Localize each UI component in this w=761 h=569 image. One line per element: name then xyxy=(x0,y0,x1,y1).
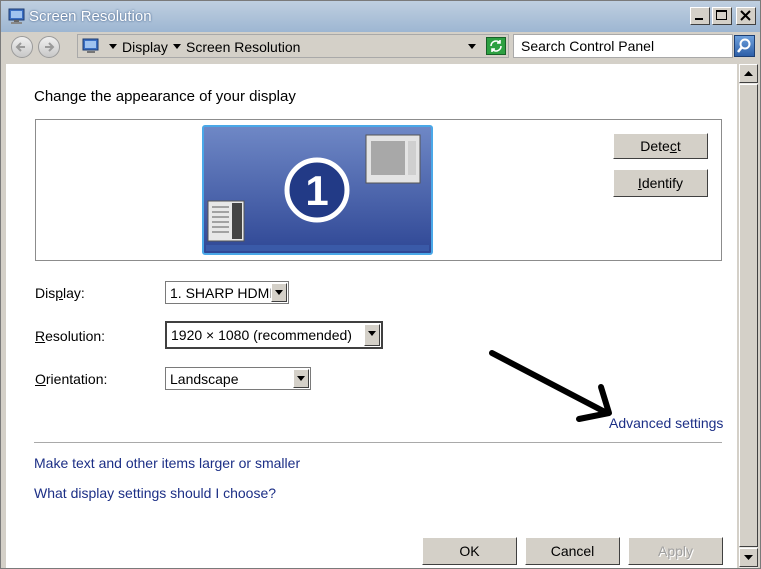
advanced-settings-link[interactable]: Advanced settings xyxy=(609,415,723,431)
display-label: Display: xyxy=(35,285,85,301)
back-arrow-icon xyxy=(15,42,25,52)
display-settings-icon xyxy=(82,38,99,53)
vertical-scrollbar[interactable] xyxy=(739,64,758,568)
detect-label-part: t xyxy=(676,138,681,154)
chevron-down-icon[interactable] xyxy=(293,369,309,388)
identify-button[interactable]: Identify xyxy=(613,169,708,197)
resolution-select[interactable]: 1920 × 1080 (recommended) xyxy=(165,321,383,349)
window-title: Screen Resolution xyxy=(29,8,152,25)
address-history-dropdown-icon[interactable] xyxy=(468,44,476,49)
arrow-up-icon xyxy=(744,71,753,76)
forward-arrow-icon xyxy=(45,42,55,52)
monitor-1-preview[interactable]: 1 xyxy=(202,125,433,255)
text-size-link[interactable]: Make text and other items larger or smal… xyxy=(34,455,300,471)
magnifier-icon xyxy=(737,38,751,53)
refresh-button[interactable] xyxy=(486,37,506,55)
breadcrumb-display[interactable]: Display xyxy=(122,39,168,55)
breadcrumb-chevron-icon[interactable] xyxy=(173,44,181,49)
display-select-value: 1. SHARP HDMI xyxy=(170,285,274,301)
detect-label-part: Dete xyxy=(640,138,670,154)
chevron-down-icon[interactable] xyxy=(271,283,287,302)
close-icon xyxy=(740,10,751,21)
scroll-thumb[interactable] xyxy=(739,84,758,547)
detect-button[interactable]: Detect xyxy=(613,133,708,159)
detect-label-key: c xyxy=(669,138,677,154)
scroll-up-button[interactable] xyxy=(739,64,758,83)
ok-button[interactable]: OK xyxy=(422,537,517,565)
resolution-label: Resolution: xyxy=(35,328,105,344)
section-divider xyxy=(34,442,722,443)
breadcrumb-chevron-icon[interactable] xyxy=(109,44,117,49)
display-label-key: p xyxy=(55,285,64,301)
forward-button[interactable] xyxy=(38,36,60,58)
arrow-down-icon xyxy=(744,555,753,560)
hand-drawn-arrow-icon xyxy=(489,350,612,422)
breadcrumb-screen-resolution[interactable]: Screen Resolution xyxy=(186,39,300,55)
resolution-label-part: esolution: xyxy=(45,328,106,344)
refresh-icon xyxy=(490,40,502,52)
screen-resolution-window: Screen Resolution Display Screen Resolut… xyxy=(0,0,761,569)
maximize-button[interactable] xyxy=(712,7,732,25)
close-button[interactable] xyxy=(736,7,756,25)
apply-button[interactable]: Apply xyxy=(628,537,723,565)
resolution-label-key: R xyxy=(35,328,46,344)
cancel-button[interactable]: Cancel xyxy=(525,537,620,565)
display-label-part: Dis xyxy=(35,285,56,301)
search-box xyxy=(513,34,739,58)
orientation-select[interactable]: Landscape xyxy=(165,367,311,390)
back-button[interactable] xyxy=(11,36,33,58)
address-bar[interactable]: Display Screen Resolution xyxy=(77,34,509,58)
monitor-number: 1 xyxy=(305,167,328,214)
maximize-icon xyxy=(716,10,727,20)
search-input[interactable] xyxy=(514,35,739,57)
minimize-button[interactable] xyxy=(690,7,710,25)
display-select[interactable]: 1. SHARP HDMI xyxy=(165,281,289,304)
display-help-link[interactable]: What display settings should I choose? xyxy=(34,485,276,501)
monitor-icon xyxy=(8,8,25,24)
display-label-part: lay: xyxy=(63,285,85,301)
scroll-down-button[interactable] xyxy=(739,548,758,567)
title-bar: Screen Resolution xyxy=(1,1,760,32)
orientation-label: Orientation: xyxy=(35,371,107,387)
resolution-select-value: 1920 × 1080 (recommended) xyxy=(171,327,352,343)
page-heading: Change the appearance of your display xyxy=(34,88,296,105)
orientation-label-part: rientation: xyxy=(45,371,108,387)
orientation-label-key: O xyxy=(35,371,46,387)
identify-label-part: dentify xyxy=(641,175,684,191)
chevron-down-icon[interactable] xyxy=(364,324,380,346)
search-button[interactable] xyxy=(734,35,755,57)
orientation-select-value: Landscape xyxy=(170,371,239,387)
minimize-icon xyxy=(695,18,703,20)
